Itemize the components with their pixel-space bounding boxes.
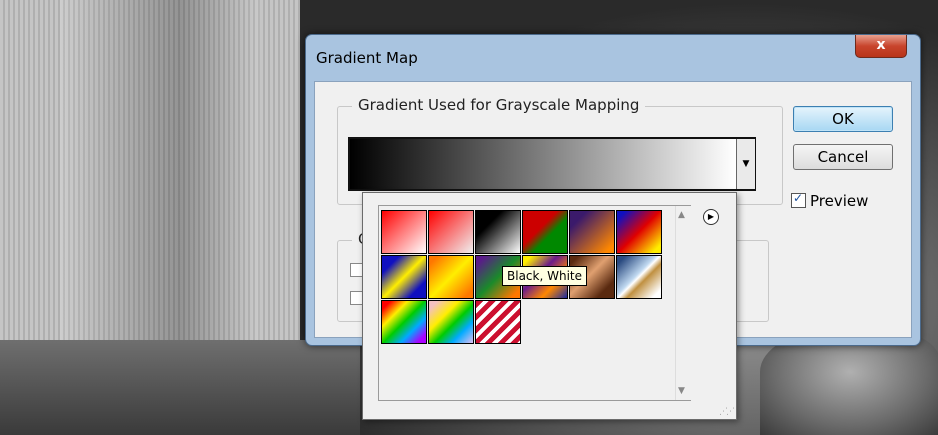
gradient-swatch[interactable]	[428, 255, 474, 299]
gradient-swatch[interactable]	[616, 255, 662, 299]
resize-grip-icon[interactable]: ⋰⋰	[719, 407, 735, 417]
cancel-button[interactable]: Cancel	[793, 144, 893, 170]
swatch-list: ▲ ▼	[378, 205, 691, 401]
gradient-swatch[interactable]	[381, 255, 427, 299]
popup-menu-icon[interactable]: ▶	[703, 209, 719, 225]
preview-checkbox[interactable]: Preview	[791, 191, 869, 210]
gradient-group: Gradient Used for Grayscale Mapping ▼	[337, 96, 783, 205]
gradient-preview-swatch[interactable]	[350, 139, 736, 189]
gradient-swatch[interactable]	[381, 210, 427, 254]
chevron-down-icon[interactable]: ▼	[736, 139, 755, 189]
swatch-tooltip: Black, White	[502, 266, 587, 286]
window-title: Gradient Map	[316, 49, 418, 67]
close-button[interactable]: x	[855, 35, 907, 58]
gradient-swatch[interactable]	[616, 210, 662, 254]
gradient-swatch[interactable]	[381, 300, 427, 344]
preview-check-icon[interactable]	[791, 191, 806, 208]
gradient-picker-popup: ▲ ▼ ▶ ⋰⋰	[362, 192, 737, 420]
preview-label: Preview	[810, 192, 869, 210]
scrollbar[interactable]: ▲ ▼	[675, 206, 691, 400]
gradient-swatch[interactable]	[475, 210, 521, 254]
gradient-swatch[interactable]	[522, 210, 568, 254]
gradient-picker[interactable]: ▼	[348, 137, 756, 191]
title-bar[interactable]: Gradient Map x	[306, 35, 920, 79]
photo-pants	[0, 340, 360, 435]
scroll-up-icon[interactable]: ▲	[678, 210, 685, 220]
scroll-down-icon[interactable]: ▼	[678, 386, 685, 396]
gradient-swatch[interactable]	[428, 210, 474, 254]
gradient-swatch[interactable]	[569, 210, 615, 254]
gradient-group-label: Gradient Used for Grayscale Mapping	[352, 96, 646, 114]
ok-button[interactable]: OK	[793, 106, 893, 132]
gradient-swatch[interactable]	[428, 300, 474, 344]
gradient-swatch[interactable]	[475, 300, 521, 344]
